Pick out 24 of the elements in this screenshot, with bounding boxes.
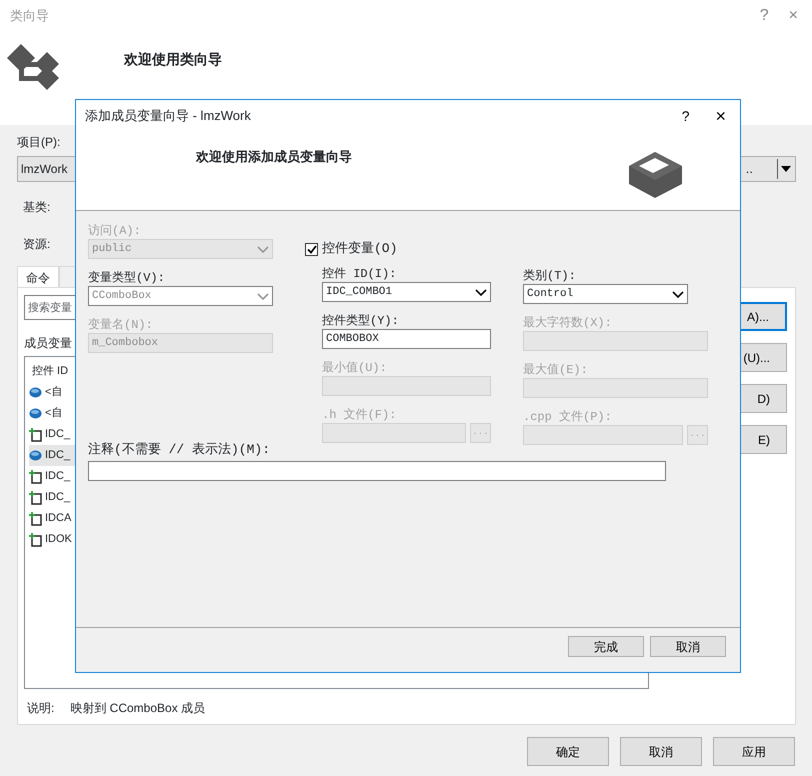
field-label: 变量名(N): xyxy=(88,317,154,333)
field-label: 控件类型(Y): xyxy=(322,313,400,329)
dialog-title: 添加成员变量向导 - lmzWork xyxy=(85,107,251,126)
field-label: 最大字符数(X): xyxy=(523,315,613,331)
description-text: 映射到 CComboBox 成员 xyxy=(70,700,206,717)
field-label: 项目(P): xyxy=(17,134,60,151)
window-title: 类向导 xyxy=(10,7,49,26)
field-label: 资源: xyxy=(23,236,50,253)
description-label: 说明: xyxy=(27,700,54,717)
field-label: .h 文件(F): xyxy=(322,407,398,423)
dialog-heading: 欢迎使用添加成员变量向导 xyxy=(196,148,352,165)
checkbox-label: 控件变量(O) xyxy=(322,241,398,257)
field-label: 基类: xyxy=(23,199,50,216)
field-label: 访问(A): xyxy=(88,223,142,239)
field-label: 最小值(U): xyxy=(322,360,388,376)
section-label: 成员变量 xyxy=(24,335,72,352)
column-header: 控件 ID xyxy=(31,364,68,380)
field-label: 最大值(E): xyxy=(523,362,589,378)
field-label: 变量类型(V): xyxy=(88,270,166,286)
page-heading: 欢迎使用类向导 xyxy=(124,50,222,69)
field-label: 控件 ID(I): xyxy=(322,266,398,282)
field-label: .cpp 文件(P): xyxy=(523,409,613,425)
field-label: 类别(T): xyxy=(523,268,577,284)
field-label: 注释(不需要 // 表示法)(M): xyxy=(88,442,272,458)
